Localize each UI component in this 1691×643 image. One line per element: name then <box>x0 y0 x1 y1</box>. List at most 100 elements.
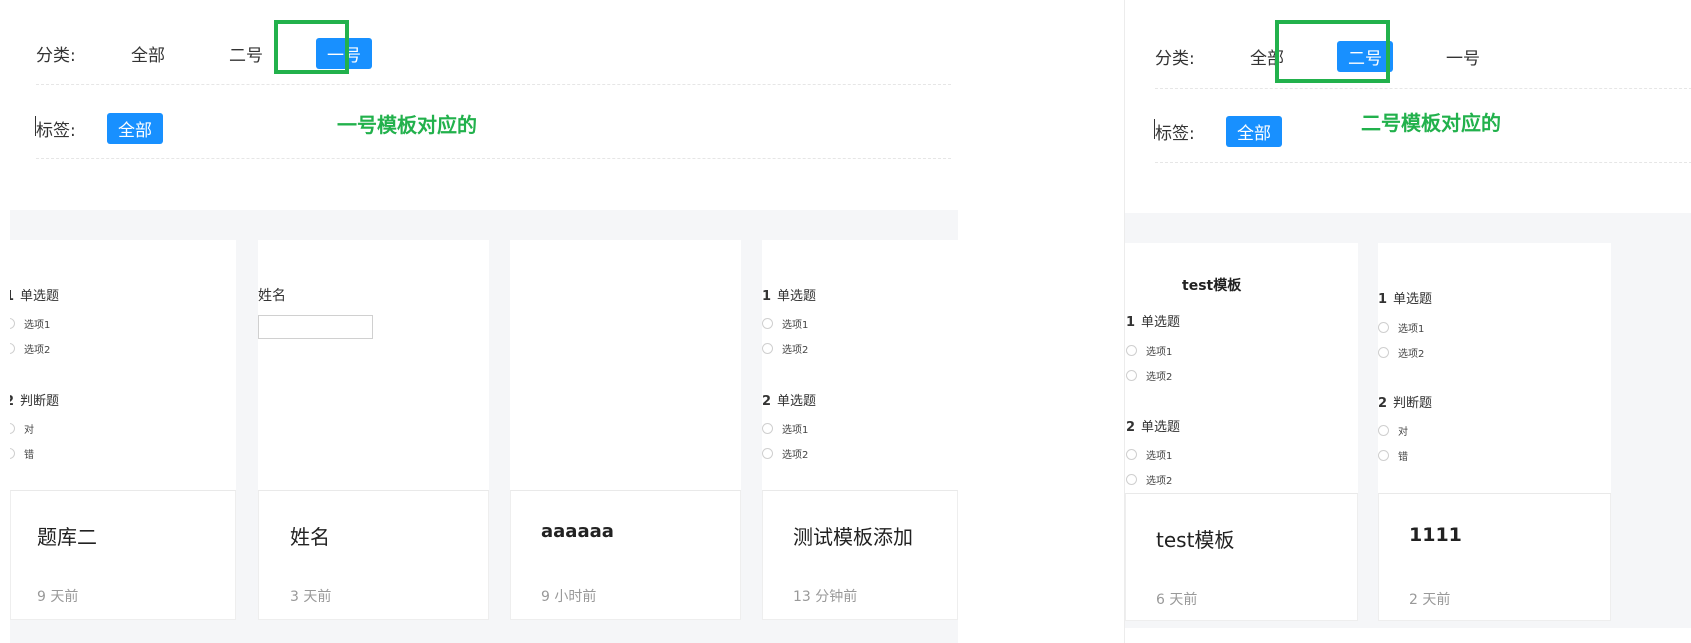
question-number: 1 <box>762 289 772 304</box>
question-number: 2 <box>10 394 14 409</box>
question-option: 选项1 <box>10 316 50 331</box>
radio-icon <box>762 343 773 354</box>
question-text: 单选题 <box>777 289 817 304</box>
template-card[interactable]: 1 单选题 选项1 选项2 2 单选题 选项1 选项2 测试模板添加 13 分钟前 <box>762 240 958 620</box>
question-title: 2 判断题 <box>1378 392 1432 411</box>
card-title: 1111 <box>1409 524 1462 546</box>
card-preview: 1 单选题 选项1 选项2 2 判断题 对 错 <box>1378 243 1611 493</box>
radio-icon <box>762 448 773 459</box>
question-text: 单选题 <box>1393 292 1433 307</box>
text-field <box>258 315 373 339</box>
radio-icon <box>1378 425 1389 436</box>
category-label: 分类: <box>1155 49 1195 69</box>
divider <box>1155 162 1691 163</box>
radio-icon <box>10 318 15 329</box>
question-number: 2 <box>762 394 772 409</box>
preview-heading: test模板 <box>1182 278 1242 294</box>
option-label: 选项2 <box>1398 349 1425 360</box>
template-card[interactable]: 姓名 姓名 3 天前 <box>258 240 489 620</box>
option-label: 选项2 <box>782 450 809 461</box>
question-text: 判断题 <box>1393 396 1433 411</box>
question-option: 选项1 <box>1126 343 1172 358</box>
card-preview <box>510 240 741 490</box>
category-filter: 分类: 全部 二号 一号 <box>36 38 414 69</box>
highlight-box <box>274 20 349 74</box>
radio-icon <box>1126 345 1137 356</box>
question-option: 对 <box>1378 423 1408 438</box>
question-text: 判断题 <box>20 394 60 409</box>
question-title: 1 单选题 <box>762 285 816 304</box>
card-title: 题库二 <box>37 525 97 549</box>
question-option: 错 <box>1378 448 1408 463</box>
card-time: 13 分钟前 <box>793 589 858 605</box>
template-card[interactable]: test模板 1 单选题 选项1 选项2 2 单选题 选项1 选项2 test模板 … <box>1125 243 1358 621</box>
card-preview: test模板 1 单选题 选项1 选项2 2 单选题 选项1 选项2 <box>1125 243 1358 493</box>
card-footer: aaaaaa 9 小时前 <box>510 490 741 620</box>
card-title: 姓名 <box>290 525 330 549</box>
question-text: 单选题 <box>1141 420 1181 435</box>
annotation-text: 一号模板对应的 <box>337 113 477 137</box>
divider <box>1155 88 1691 89</box>
radio-icon <box>1126 370 1137 381</box>
category-option-two[interactable]: 二号 <box>218 38 274 69</box>
annotation-text: 二号模板对应的 <box>1361 111 1501 135</box>
question-option: 选项2 <box>1126 368 1172 383</box>
option-label: 选项1 <box>24 320 51 331</box>
option-label: 对 <box>24 425 34 436</box>
highlight-box <box>1275 20 1390 83</box>
template-card[interactable]: 1 单选题 选项1 选项2 2 判断题 对 错 题库二 9 天前 <box>10 240 236 620</box>
radio-icon <box>1378 322 1389 333</box>
template-card[interactable]: aaaaaa 9 小时前 <box>510 240 741 620</box>
question-title: 1 单选题 <box>10 285 59 304</box>
card-title: test模板 <box>1156 528 1235 552</box>
card-footer: test模板 6 天前 <box>1125 493 1358 621</box>
option-label: 选项1 <box>1146 347 1173 358</box>
tag-option-all[interactable]: 全部 <box>107 113 163 144</box>
question-option: 选项2 <box>762 341 808 356</box>
option-label: 错 <box>24 450 34 461</box>
question-text: 单选题 <box>777 394 817 409</box>
template-card[interactable]: 1 单选题 选项1 选项2 2 判断题 对 错 1111 2 天前 <box>1378 243 1611 621</box>
card-preview: 姓名 <box>258 240 489 490</box>
card-time: 9 天前 <box>37 589 79 605</box>
radio-icon <box>10 343 15 354</box>
card-footer: 姓名 3 天前 <box>258 490 489 620</box>
card-title: 测试模板添加 <box>793 525 913 549</box>
divider <box>36 84 951 85</box>
radio-icon <box>1378 450 1389 461</box>
question-number: 2 <box>1378 396 1388 411</box>
tag-filter: 标签: 全部 <box>36 113 205 144</box>
question-option: 选项1 <box>1378 320 1424 335</box>
question-option: 选项2 <box>762 446 808 461</box>
category-option-all[interactable]: 全部 <box>120 38 176 69</box>
question-text: 单选题 <box>20 289 60 304</box>
category-option-one[interactable]: 一号 <box>1435 41 1491 72</box>
question-title: 1 单选题 <box>1126 311 1180 330</box>
question-option: 选项2 <box>1378 345 1424 360</box>
question-title: 2 判断题 <box>10 390 59 409</box>
radio-icon <box>762 318 773 329</box>
question-number: 1 <box>1378 292 1388 307</box>
question-option: 对 <box>10 421 34 436</box>
tag-option-all[interactable]: 全部 <box>1226 116 1282 147</box>
card-footer: 题库二 9 天前 <box>10 490 236 620</box>
option-label: 选项2 <box>782 345 809 356</box>
radio-icon <box>1126 474 1137 485</box>
card-title: aaaaaa <box>541 521 614 542</box>
question-option: 选项1 <box>1126 447 1172 462</box>
option-label: 错 <box>1398 452 1408 463</box>
question-number: 2 <box>1126 420 1136 435</box>
radio-icon <box>1126 449 1137 460</box>
question-option: 选项1 <box>762 316 808 331</box>
option-label: 对 <box>1398 427 1408 438</box>
template-panel-type-1: 分类: 全部 二号 一号 标签: 全部 一号模板对应的 1 单选题 选项1 选项2… <box>0 0 958 643</box>
question-title: 2 单选题 <box>1126 416 1180 435</box>
divider <box>36 158 951 159</box>
question-option: 选项2 <box>10 341 50 356</box>
option-label: 选项2 <box>1146 476 1173 487</box>
radio-icon <box>10 448 15 459</box>
question-option: 选项2 <box>1126 472 1172 487</box>
tag-filter: 标签: 全部 <box>1155 116 1324 147</box>
card-time: 6 天前 <box>1156 592 1198 608</box>
card-footer: 测试模板添加 13 分钟前 <box>762 490 958 620</box>
